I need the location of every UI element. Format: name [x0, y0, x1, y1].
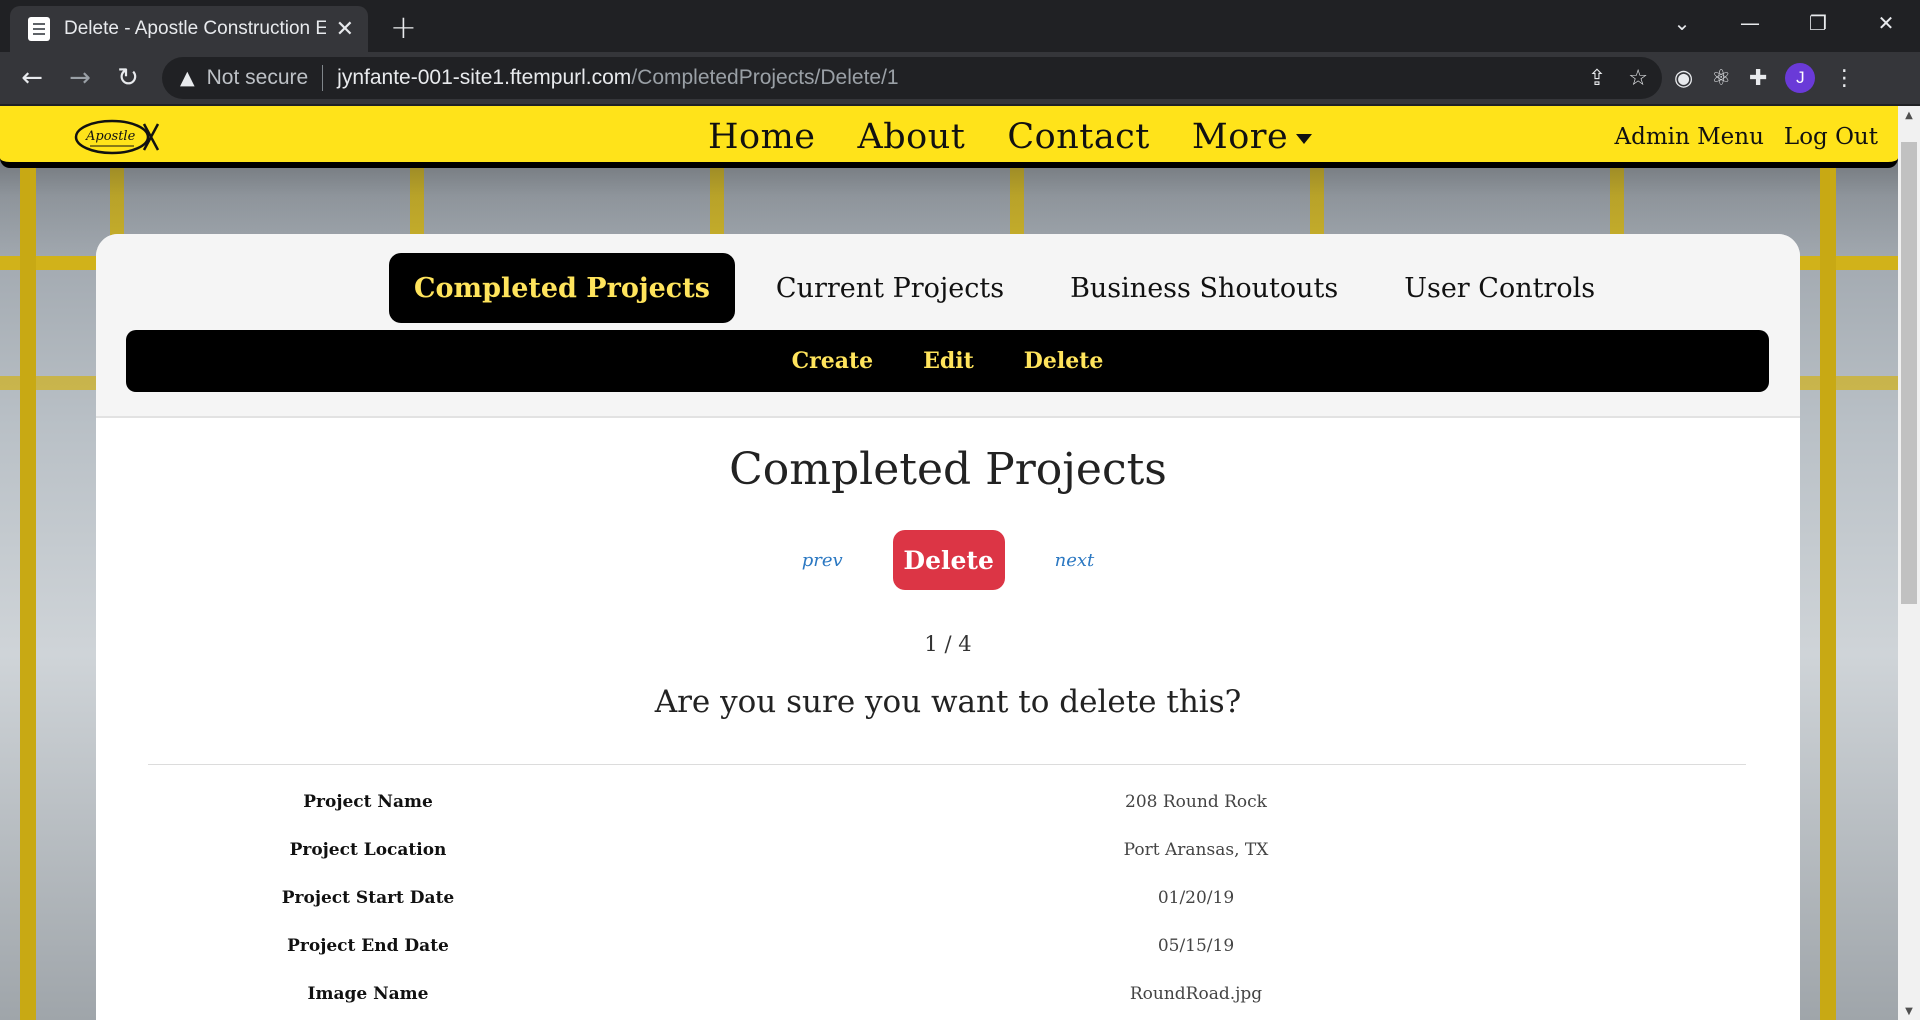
prev-link[interactable]: prev [802, 550, 843, 571]
detail-value: 208 Round Rock [1125, 792, 1267, 812]
scroll-down-icon[interactable]: ▼ [1898, 1002, 1920, 1020]
security-label: Not secure [206, 66, 309, 89]
record-pager: prev Delete next [96, 530, 1800, 590]
account-nav: Admin Menu Log Out [1615, 106, 1879, 168]
detail-row: Project Location Port Aransas, TX [96, 830, 1800, 878]
detail-row: Image Name RoundRoad.jpg [96, 974, 1800, 1020]
detail-value: RoundRoad.jpg [1129, 984, 1263, 1004]
tab-business-shoutouts[interactable]: Business Shoutouts [1045, 253, 1363, 323]
log-out-link[interactable]: Log Out [1784, 124, 1878, 150]
browser-toolbar: ← → ↻ ▲ Not secure jynfante-001-site1.ft… [0, 52, 1920, 104]
divider [148, 764, 1746, 765]
detail-label: Image Name [307, 984, 429, 1004]
star-icon[interactable]: ☆ [1628, 66, 1648, 91]
detail-label: Project Name [303, 792, 433, 812]
detail-value: 05/15/19 [1157, 936, 1235, 956]
admin-menu-link[interactable]: Admin Menu [1615, 124, 1764, 150]
page-scrollbar[interactable]: ▲ ▼ [1898, 106, 1920, 1020]
edit-link[interactable]: Edit [923, 348, 974, 374]
address-bar[interactable]: ▲ Not secure jynfante-001-site1.ftempurl… [162, 57, 1662, 99]
nav-more[interactable]: More [1191, 117, 1313, 157]
back-arrow-icon[interactable]: ← [14, 60, 50, 96]
react-icon[interactable]: ⚛ [1711, 66, 1731, 91]
minimize-icon[interactable]: — [1716, 0, 1784, 46]
scroll-up-icon[interactable]: ▲ [1898, 106, 1920, 124]
caret-down-icon [1296, 133, 1313, 144]
new-tab-button[interactable]: + [390, 8, 417, 46]
nav-more-label: More [1191, 117, 1289, 157]
delete-button[interactable]: Delete [892, 530, 1005, 590]
page-count: 1 / 4 [924, 632, 972, 656]
divider [322, 65, 324, 91]
tab-title: Delete - Apostle Construction En [64, 18, 326, 39]
tab-completed-projects[interactable]: Completed Projects [389, 253, 735, 323]
browser-tab[interactable]: Delete - Apostle Construction En ✕ [10, 6, 368, 52]
background-decoration [20, 166, 36, 1020]
create-link[interactable]: Create [792, 348, 874, 374]
profile-avatar[interactable]: J [1785, 63, 1816, 93]
restore-icon[interactable]: ❐ [1784, 0, 1852, 46]
project-details: Project Name 208 Round Rock Project Loca… [96, 782, 1800, 1020]
detail-label: Project Location [289, 840, 447, 860]
main-nav: Home About Contact More [708, 106, 1313, 168]
puzzle-icon[interactable]: ✚ [1749, 66, 1767, 91]
close-icon[interactable]: ✕ [336, 17, 354, 42]
confirm-message: Are you sure you want to delete this? [654, 684, 1242, 720]
share-icon[interactable]: ⇪ [1588, 66, 1606, 91]
window-controls: ⌄ — ❐ ✕ [1648, 0, 1920, 46]
extensions-area: ◉ ⚛ ✚ J ⋮ [1674, 60, 1855, 96]
nav-home[interactable]: Home [708, 117, 816, 157]
delete-link[interactable]: Delete [1024, 348, 1104, 374]
chevron-down-icon[interactable]: ⌄ [1648, 0, 1716, 46]
detail-row: Project End Date 05/15/19 [96, 926, 1800, 974]
content-card: Completed Projects Current Projects Busi… [96, 234, 1800, 1020]
reload-icon[interactable]: ↻ [110, 60, 146, 96]
menu-icon[interactable]: ⋮ [1833, 66, 1855, 91]
url-path: /CompletedProjects/Delete/1 [631, 66, 899, 89]
card-header: Completed Projects Current Projects Busi… [96, 234, 1800, 418]
close-window-icon[interactable]: ✕ [1852, 0, 1920, 46]
warning-icon: ▲ [180, 67, 195, 89]
action-subnav: Create Edit Delete [126, 330, 1769, 392]
background-decoration [1820, 166, 1836, 1020]
next-link[interactable]: next [1055, 550, 1095, 571]
scroll-thumb[interactable] [1901, 142, 1917, 604]
extension-icon[interactable]: ◉ [1674, 66, 1693, 91]
detail-row: Project Name 208 Round Rock [96, 782, 1800, 830]
page-icon [28, 17, 50, 41]
site-navbar: Apostle Home About Contact More Admin Me… [0, 106, 1898, 168]
detail-label: Project Start Date [281, 888, 455, 908]
detail-row: Project Start Date 01/20/19 [96, 878, 1800, 926]
apostle-logo[interactable]: Apostle [74, 116, 160, 158]
nav-about[interactable]: About [858, 117, 966, 157]
logo-text: Apostle [85, 129, 136, 144]
section-tabs: Completed Projects Current Projects Busi… [389, 253, 1636, 323]
detail-value: Port Aransas, TX [1123, 840, 1269, 860]
forward-arrow-icon[interactable]: → [62, 60, 98, 96]
browser-tabstrip: Delete - Apostle Construction En ✕ + ⌄ —… [0, 0, 1920, 52]
detail-label: Project End Date [287, 936, 449, 956]
page-viewport: Apostle Home About Contact More Admin Me… [0, 106, 1898, 1020]
detail-value: 01/20/19 [1157, 888, 1235, 908]
url-host: jynfante-001-site1.ftempurl.com [337, 66, 632, 89]
tab-current-projects[interactable]: Current Projects [751, 253, 1029, 323]
page-title: Completed Projects [729, 444, 1167, 495]
tab-user-controls[interactable]: User Controls [1379, 253, 1620, 323]
nav-contact[interactable]: Contact [1007, 117, 1150, 157]
